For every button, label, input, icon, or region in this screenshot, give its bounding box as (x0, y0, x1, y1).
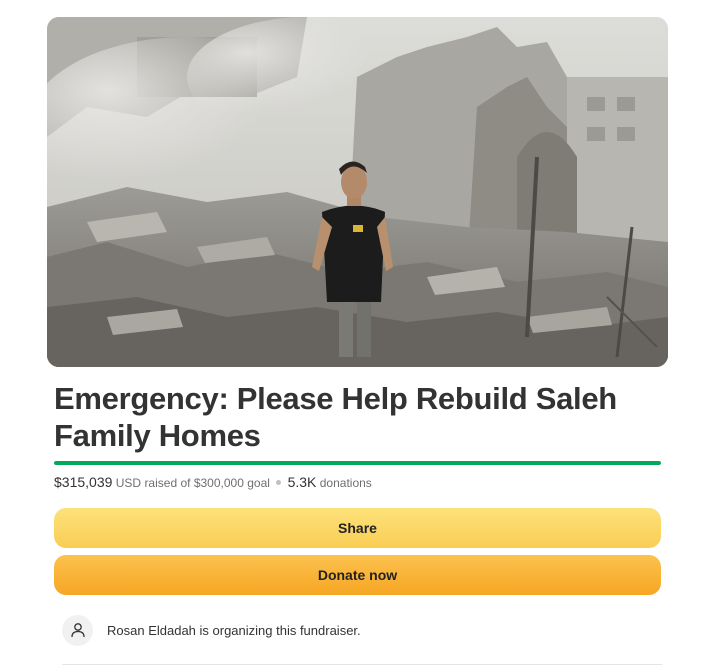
fundraising-stats: $315,039 USD raised of $300,000 goal 5.3… (54, 474, 664, 490)
donate-now-button[interactable]: Donate now (54, 555, 661, 595)
section-divider (62, 664, 662, 665)
progress-bar (54, 461, 661, 465)
organizer-text: Rosan Eldadah is organizing this fundrai… (107, 622, 361, 638)
donation-count: 5.3K (287, 474, 317, 490)
organizer-row: Rosan Eldadah is organizing this fundrai… (62, 614, 662, 646)
share-button-label: Share (338, 520, 377, 536)
hero-photo (47, 17, 668, 367)
goal-text: goal (247, 476, 270, 490)
progress-bar-fill (54, 461, 661, 465)
person-icon (62, 614, 93, 646)
donations-label: donations (319, 476, 372, 490)
hero-photo-image (47, 17, 668, 367)
raised-amount: $315,039 (54, 474, 113, 490)
fundraiser-title: Emergency: Please Help Rebuild Saleh Fam… (54, 381, 617, 453)
share-button[interactable]: Share (54, 508, 661, 548)
person-icon-glyph (70, 623, 85, 638)
separator-dot (276, 480, 282, 486)
donate-button-label: Donate now (317, 567, 398, 583)
goal-amount: $300,000 (193, 476, 244, 490)
raised-of-text: raised of (144, 476, 191, 490)
currency-label: USD (115, 476, 142, 490)
fundraiser-page: Emergency: Please Help Rebuild Saleh Fam… (0, 0, 718, 667)
